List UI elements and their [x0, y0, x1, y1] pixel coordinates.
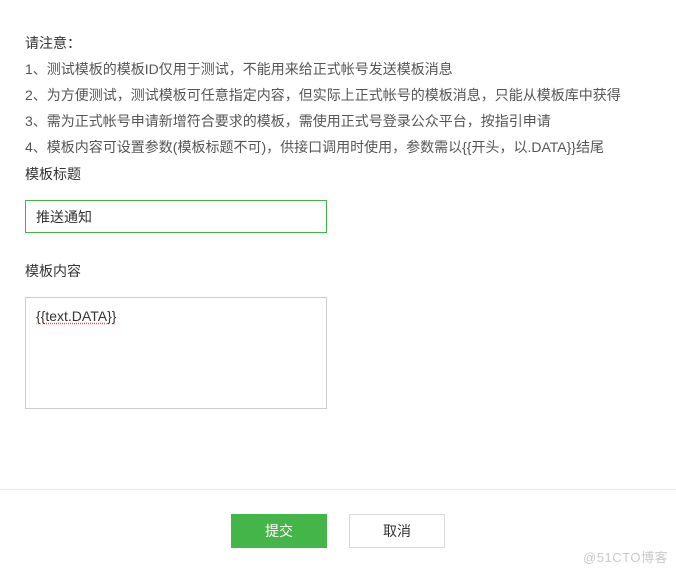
template-content-wrap: {{text.DATA}} — [25, 297, 651, 409]
template-content-textarea[interactable]: {{text.DATA}} — [25, 297, 327, 409]
notice-line-1: 1、测试模板的模板ID仅用于测试，不能用来给正式帐号发送模板消息 — [25, 56, 651, 82]
notice-line-3: 3、需为正式帐号申请新增符合要求的模板，需使用正式号登录公众平台，按指引申请 — [25, 108, 651, 134]
template-title-input[interactable] — [25, 200, 327, 233]
template-content-value: {{text.DATA}} — [36, 308, 116, 324]
notice-line-4: 4、模板内容可设置参数(模板标题不可)，供接口调用时使用，参数需以{{开头，以.… — [25, 134, 651, 160]
footer: 提交 取消 — [0, 490, 676, 572]
notice-line-2: 2、为方便测试，测试模板可任意指定内容，但实际上正式帐号的模板消息，只能从模板库… — [25, 82, 651, 108]
page: 请注意： 1、测试模板的模板ID仅用于测试，不能用来给正式帐号发送模板消息 2、… — [0, 0, 676, 572]
submit-button[interactable]: 提交 — [231, 514, 327, 548]
template-title-label: 模板标题 — [25, 164, 651, 184]
form-content: 请注意： 1、测试模板的模板ID仅用于测试，不能用来给正式帐号发送模板消息 2、… — [0, 0, 676, 409]
template-content-label: 模板内容 — [25, 261, 651, 281]
cancel-button[interactable]: 取消 — [349, 514, 445, 548]
notice-heading: 请注意： — [25, 30, 651, 56]
